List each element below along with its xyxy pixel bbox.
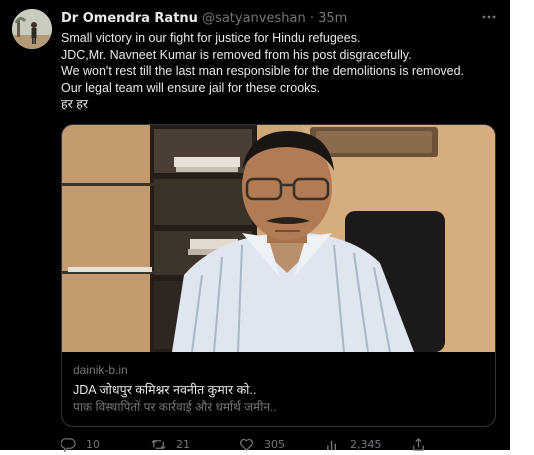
reply-count: 10	[86, 438, 100, 451]
retweet-count: 21	[176, 438, 190, 451]
views-count: 2,345	[350, 438, 382, 451]
tweet-text-line: JDC,Mr. Navneet Kumar is removed from hi…	[61, 47, 412, 62]
tweet-text: Small victory in our fight for justice f…	[61, 30, 501, 113]
more-options-button[interactable]	[478, 6, 500, 28]
link-card[interactable]: dainik-b.in JDA जोधपुर कमिश्नर नवनीत कुम…	[61, 124, 496, 427]
header-separator: ·	[309, 11, 314, 26]
tweet-text-line: We won't rest till the last man responsi…	[61, 64, 465, 78]
link-card-image[interactable]	[62, 125, 495, 352]
tweet-text-line: Small victory in our fight for justice f…	[61, 31, 361, 45]
link-card-description: पाक विस्थापितों पर कार्रवाई और धर्मार्थ …	[73, 400, 277, 414]
more-horizontal-icon	[482, 15, 496, 19]
tweet: Dr Omendra Ratnu @satyanveshan · 35m Sma…	[0, 0, 510, 452]
tweet-actions: 10 21 305 2,345	[61, 437, 501, 455]
tweet-text-line: Our legal team will ensure jail for thes…	[61, 80, 321, 95]
author-name[interactable]: Dr Omendra Ratnu	[61, 11, 198, 26]
link-card-domain: dainik-b.in	[73, 363, 128, 377]
tweet-text-line: हर हर	[61, 97, 88, 111]
link-card-title: JDA जोधपुर कमिश्नर नवनीत कुमार को..	[73, 383, 257, 397]
tweet-header: Dr Omendra Ratnu @satyanveshan · 35m	[61, 10, 347, 27]
like-count: 305	[264, 438, 285, 451]
link-card-meta: dainik-b.in JDA जोधपुर कमिश्नर नवनीत कुम…	[73, 362, 277, 415]
page-gutter	[510, 0, 534, 450]
tweet-time[interactable]: 35m	[318, 11, 347, 26]
author-handle[interactable]: @satyanveshan	[202, 11, 306, 26]
avatar[interactable]	[12, 9, 52, 49]
